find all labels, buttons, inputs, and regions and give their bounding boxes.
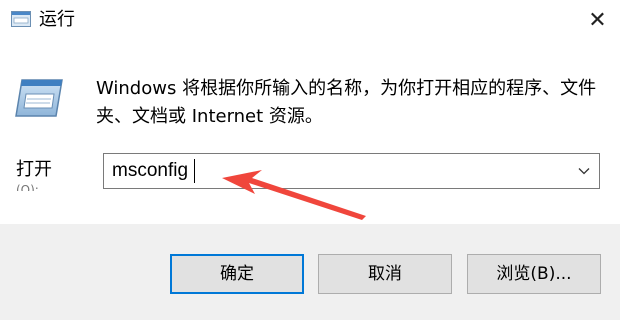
open-label-hotkey-fragment: (O):	[16, 184, 39, 191]
open-label: 打开	[16, 159, 52, 180]
text-cursor	[194, 159, 195, 183]
open-input[interactable]: msconfig	[112, 159, 188, 183]
dropdown-button[interactable]	[569, 154, 599, 188]
close-button[interactable]: ✕	[575, 0, 620, 40]
ok-button[interactable]: 确定	[170, 254, 304, 294]
close-icon: ✕	[588, 7, 607, 33]
chevron-down-icon	[578, 168, 590, 175]
browse-button[interactable]: 浏览(B)...	[467, 254, 601, 294]
cancel-button[interactable]: 取消	[318, 254, 452, 294]
open-combobox[interactable]: msconfig	[103, 153, 600, 189]
dialog-description: Windows 将根据你所输入的名称，为你打开相应的程序、文件夹、文档或 Int…	[96, 78, 597, 127]
title-bar: 运行 ✕	[0, 0, 620, 40]
run-program-icon	[15, 79, 63, 117]
run-dialog-icon	[11, 11, 31, 27]
window-title: 运行	[39, 9, 75, 30]
